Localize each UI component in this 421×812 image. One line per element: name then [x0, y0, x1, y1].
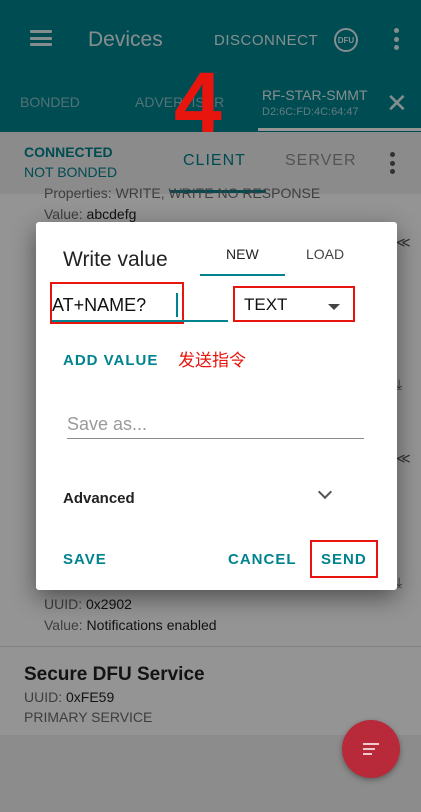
save-button[interactable]: SAVE [63, 551, 107, 568]
send-button[interactable]: SEND [321, 551, 367, 568]
tab-indicator [200, 274, 285, 276]
tab-load[interactable]: LOAD [306, 246, 344, 262]
step-annotation: 4 [174, 55, 222, 151]
dropdown-arrow-icon[interactable] [328, 304, 340, 310]
value-input-underline [52, 320, 228, 322]
save-as-underline [67, 438, 364, 439]
write-value-dialog: Write value NEW LOAD AT+NAME? TEXT ADD V… [36, 222, 397, 590]
text-caret [176, 293, 178, 317]
log-fab-button[interactable] [342, 720, 400, 778]
dialog-title: Write value [63, 248, 168, 271]
send-command-annotation: 发送指令 [178, 351, 246, 370]
value-input-text[interactable]: AT+NAME? [52, 295, 146, 316]
log-icon [363, 743, 379, 755]
cancel-button[interactable]: CANCEL [228, 551, 297, 568]
add-value-button[interactable]: ADD VALUE [63, 352, 158, 369]
value-type-selected[interactable]: TEXT [244, 295, 287, 315]
chevron-down-icon[interactable] [317, 484, 333, 500]
save-as-input[interactable]: Save as... [67, 414, 147, 435]
tab-new[interactable]: NEW [226, 246, 259, 262]
advanced-toggle[interactable]: Advanced [63, 490, 135, 507]
